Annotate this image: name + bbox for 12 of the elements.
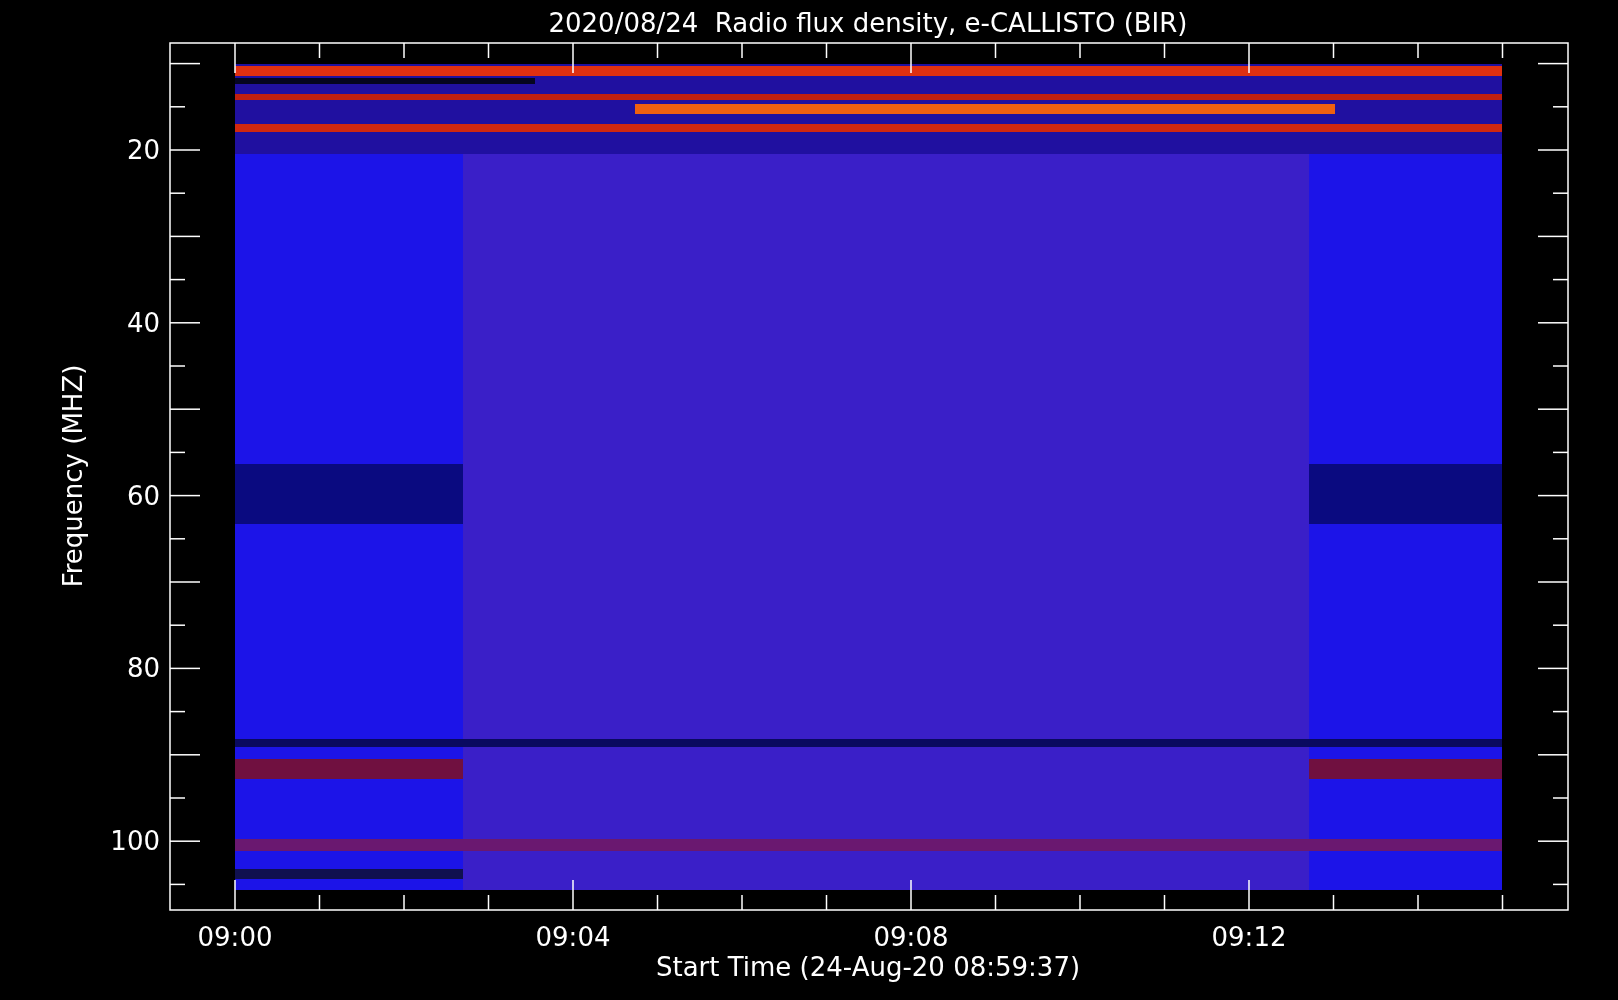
x-tick-label: 09:00 bbox=[197, 922, 273, 952]
y-tick-label: 60 bbox=[126, 480, 160, 511]
y-tick-label: 20 bbox=[126, 135, 160, 165]
y-tick-label: 80 bbox=[126, 653, 160, 684]
x-tick-label: 09:08 bbox=[873, 922, 949, 952]
chart-title: 2020/08/24 Radio flux density, e-CALLISTO (BIR) bbox=[548, 8, 1188, 38]
x-tick-label: 09:04 bbox=[535, 922, 611, 952]
y-tick-label: 100 bbox=[110, 826, 160, 857]
x-axis-label: Start Time (24-Aug-20 08:59:37) bbox=[655, 952, 1081, 982]
x-tick-label: 09:12 bbox=[1211, 922, 1287, 952]
y-tick-label: 40 bbox=[126, 307, 160, 338]
y-axis-label: Frequency (MHZ) bbox=[58, 364, 88, 588]
